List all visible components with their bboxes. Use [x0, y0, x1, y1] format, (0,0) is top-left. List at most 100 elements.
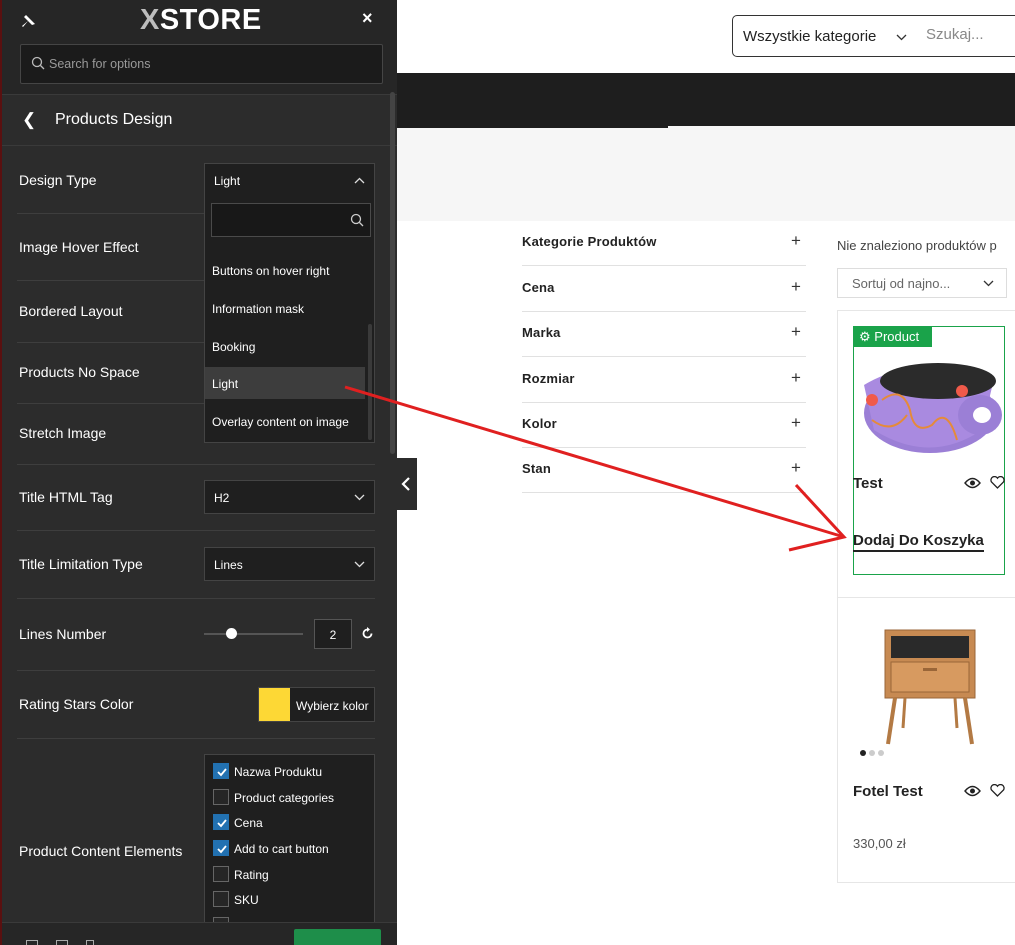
filter-price[interactable]: Cena +	[522, 266, 806, 312]
checkbox-checked[interactable]	[213, 840, 229, 856]
sort-select[interactable]: Sortuj od najno...	[837, 268, 1007, 298]
product-title[interactable]: Test	[853, 475, 883, 492]
chevron-up-icon	[354, 177, 365, 184]
title-tag-select[interactable]: H2	[204, 480, 375, 514]
dropdown-search-input[interactable]	[211, 203, 371, 237]
filter-brand[interactable]: Marka +	[522, 311, 806, 357]
title-limit-select[interactable]: Lines	[204, 547, 375, 581]
setting-label: Lines Number	[19, 626, 107, 642]
eye-icon[interactable]	[964, 785, 981, 797]
publish-button[interactable]	[294, 929, 381, 945]
dropdown-option-selected[interactable]: Light	[205, 367, 365, 399]
checkbox-checked[interactable]	[213, 763, 229, 779]
plus-icon[interactable]: +	[791, 322, 801, 342]
search-field[interactable]	[916, 15, 1015, 57]
options-search-input[interactable]	[49, 45, 369, 83]
desktop-preview-icon[interactable]	[26, 940, 38, 945]
dropdown-option[interactable]: Booking	[205, 330, 365, 362]
dropdown-option[interactable]: Overlay content on image	[205, 405, 365, 437]
color-picker-label: Wybierz kolor	[296, 699, 369, 713]
checkbox-checked[interactable]	[213, 814, 229, 830]
plus-icon[interactable]: +	[791, 231, 801, 251]
back-arrow-icon[interactable]: ❮	[22, 110, 36, 130]
setting-label: Products No Space	[19, 364, 140, 380]
banner-divider	[397, 126, 668, 128]
dropdown-option[interactable]: Buttons on hover right	[205, 254, 365, 286]
color-picker-button[interactable]: Wybierz kolor	[258, 687, 375, 722]
product-image-nightstand[interactable]	[883, 628, 977, 746]
filter-label: Stan	[522, 461, 551, 476]
design-type-dropdown: Buttons on hover right Information mask …	[204, 196, 375, 443]
filter-condition[interactable]: Stan +	[522, 447, 806, 493]
content-elements-list: Nazwa Produktu Product categories Cena A…	[204, 754, 375, 926]
checkbox[interactable]	[213, 891, 229, 907]
checkbox[interactable]	[213, 866, 229, 882]
dropdown-scrollbar[interactable]	[368, 324, 372, 440]
chevron-down-icon	[896, 34, 907, 41]
dropdown-option[interactable]: Information mask	[205, 292, 365, 324]
heart-icon[interactable]	[990, 784, 1005, 797]
panel-scrollbar[interactable]	[390, 92, 395, 454]
collapse-panel-button[interactable]	[396, 458, 417, 510]
chevron-down-icon	[354, 561, 365, 568]
filter-color[interactable]: Kolor +	[522, 402, 806, 448]
tablet-preview-icon[interactable]	[56, 940, 68, 945]
checkbox-label: Nazwa Produktu	[234, 765, 323, 779]
checkbox-label: SKU	[234, 893, 259, 907]
options-search[interactable]	[20, 44, 383, 84]
color-swatch	[259, 688, 290, 721]
setting-label: Stretch Image	[19, 425, 107, 441]
checkbox[interactable]	[213, 789, 229, 805]
search-icon	[350, 213, 364, 227]
close-icon[interactable]: ×	[362, 8, 373, 29]
checkmark-icon	[217, 845, 227, 854]
filter-label: Marka	[522, 325, 561, 340]
checkmark-icon	[217, 819, 227, 828]
lines-number-slider[interactable]	[204, 633, 303, 635]
setting-label: Bordered Layout	[19, 303, 123, 319]
section-header: ❮ Products Design	[2, 96, 397, 146]
checkmark-icon	[217, 768, 227, 777]
plus-icon[interactable]: +	[791, 413, 801, 433]
plus-icon[interactable]: +	[791, 277, 801, 297]
add-to-cart-button[interactable]: Dodaj Do Koszyka	[853, 532, 984, 552]
product-title[interactable]: Fotel Test	[853, 783, 923, 800]
lines-number-input[interactable]: 2	[314, 619, 352, 649]
category-select[interactable]: Wszystkie kategorie	[732, 15, 917, 57]
xstore-logo: XSTORE	[140, 4, 262, 36]
select-value: H2	[214, 491, 230, 505]
gear-icon: ⚙	[859, 329, 871, 344]
image-pagination-dots[interactable]	[860, 750, 890, 756]
plus-icon[interactable]: +	[791, 458, 801, 478]
plus-icon[interactable]: +	[791, 368, 801, 388]
heart-icon[interactable]	[990, 476, 1005, 489]
reset-icon[interactable]	[361, 627, 374, 640]
setting-label: Rating Stars Color	[19, 696, 134, 712]
slider-handle[interactable]	[226, 628, 237, 639]
section-title: Products Design	[55, 111, 173, 128]
filter-label: Cena	[522, 280, 555, 295]
product-image-cup[interactable]	[852, 345, 1006, 463]
page-banner	[397, 126, 1015, 221]
no-products-message: Nie znaleziono produktów p	[837, 238, 997, 253]
search-input[interactable]	[926, 26, 1015, 43]
search-icon	[31, 56, 45, 70]
checkbox-label: Rating	[234, 868, 269, 882]
filter-category[interactable]: Kategorie Produktów +	[522, 220, 806, 266]
filter-size[interactable]: Rozmiar +	[522, 357, 806, 403]
sort-select-value: Sortuj od najno...	[852, 276, 951, 291]
pin-icon[interactable]	[20, 12, 38, 30]
filter-label: Kategorie Produktów	[522, 234, 657, 249]
checkbox-label: Product categories	[234, 791, 335, 805]
select-value: Light	[214, 174, 241, 188]
setting-label: Product Content Elements	[19, 843, 183, 859]
category-select-value: Wszystkie kategorie	[743, 28, 877, 45]
eye-icon[interactable]	[964, 477, 981, 489]
filter-label: Rozmiar	[522, 371, 575, 386]
panel-header: XSTORE ×	[2, 0, 397, 95]
design-type-select[interactable]: Light	[204, 163, 375, 197]
filter-label: Kolor	[522, 416, 557, 431]
mobile-preview-icon[interactable]	[86, 940, 94, 945]
checkbox-label: Add to cart button	[234, 842, 329, 856]
chevron-down-icon	[354, 494, 365, 501]
